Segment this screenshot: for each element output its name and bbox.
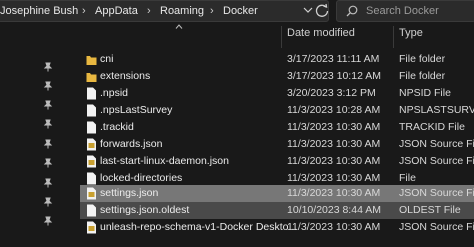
sort-ascending-icon: [175, 24, 183, 29]
file-date-modified: 11/3/2023 10:30 AM: [287, 172, 381, 184]
column-header-type[interactable]: Type: [399, 27, 423, 45]
file-name: .trackid: [100, 121, 134, 133]
file-date-modified: 11/3/2023 10:30 AM: [287, 221, 381, 233]
file-type: File folder: [399, 53, 446, 65]
folder-icon: [86, 73, 97, 82]
file-row-selected[interactable]: settings.json.oldest 10/10/2023 8:44 AM …: [80, 202, 474, 219]
file-type: TRACKID File: [399, 121, 465, 133]
file-name: forwards.json: [100, 138, 163, 150]
file-name: locked-directories: [100, 172, 183, 184]
breadcrumb-roaming[interactable]: Roaming: [160, 5, 204, 17]
file-row[interactable]: extensions 3/17/2023 10:12 AM File folde…: [80, 68, 474, 85]
breadcrumb-separator-icon[interactable]: ›: [82, 5, 86, 17]
file-type: File: [399, 172, 416, 184]
file-icon: [87, 204, 96, 217]
breadcrumb-separator-icon[interactable]: ›: [147, 5, 151, 17]
search-input[interactable]: Search Docker: [366, 5, 439, 17]
file-icon: [87, 104, 96, 117]
file-icon: [87, 172, 96, 185]
file-name: settings.json: [100, 187, 159, 199]
file-name: last-start-linux-daemon.json: [100, 155, 229, 167]
file-name: cni: [100, 53, 114, 65]
file-row[interactable]: cni 3/17/2023 11:11 AM File folder: [80, 51, 474, 68]
file-type: JSON Source File: [399, 187, 474, 199]
breadcrumb-appdata[interactable]: AppData: [95, 5, 138, 17]
pin-icon[interactable]: [43, 197, 53, 207]
pin-icon[interactable]: [43, 100, 53, 110]
breadcrumb-separator-icon[interactable]: ›: [210, 5, 214, 17]
file-type: JSON Source File: [399, 138, 474, 150]
breadcrumb-docker[interactable]: Docker: [223, 5, 258, 17]
json-file-icon: [87, 138, 96, 151]
pin-icon[interactable]: [43, 158, 53, 168]
file-date-modified: 3/20/2023 3:12 PM: [287, 87, 376, 99]
file-date-modified: 11/3/2023 10:30 AM: [287, 138, 381, 150]
column-header-date-modified[interactable]: Date modified: [287, 27, 355, 45]
file-row[interactable]: .npsLastSurvey 11/3/2023 10:28 AM NPSLAS…: [80, 102, 474, 119]
refresh-icon[interactable]: [311, 0, 333, 22]
file-name: unleash-repo-schema-v1-Docker Deskto...: [100, 221, 298, 233]
file-date-modified: 11/3/2023 10:30 AM: [287, 187, 381, 199]
file-name: settings.json.oldest: [100, 204, 190, 216]
file-row[interactable]: .trackid 11/3/2023 10:30 AM TRACKID File: [80, 119, 474, 136]
pin-icon[interactable]: [43, 216, 53, 226]
folder-icon: [86, 56, 97, 65]
file-date-modified: 3/17/2023 11:11 AM: [287, 53, 380, 65]
file-type: OLDEST File: [399, 204, 461, 216]
file-row[interactable]: forwards.json 11/3/2023 10:30 AM JSON So…: [80, 136, 474, 153]
json-file-icon: [87, 155, 96, 168]
file-date-modified: 11/3/2023 10:28 AM: [287, 104, 381, 116]
file-row[interactable]: unleash-repo-schema-v1-Docker Deskto... …: [80, 219, 474, 236]
file-name: .npsid: [100, 87, 129, 99]
pin-icon[interactable]: [43, 62, 53, 72]
navigation-pane: [0, 22, 70, 247]
breadcrumb-user[interactable]: Josephine Bush: [0, 5, 78, 17]
pin-icon[interactable]: [43, 139, 53, 149]
file-type: File folder: [399, 70, 446, 82]
search-box[interactable]: Search Docker: [336, 0, 474, 22]
file-date-modified: 11/3/2023 10:30 AM: [287, 121, 381, 133]
file-name: .npsLastSurvey: [100, 104, 173, 116]
address-bar[interactable]: Josephine Bush › AppData › Roaming › Doc…: [0, 0, 329, 22]
file-type: JSON Source File: [399, 155, 474, 167]
file-name: extensions: [100, 70, 151, 82]
json-file-icon: [87, 221, 96, 234]
pin-icon[interactable]: [43, 119, 53, 129]
pin-icon[interactable]: [43, 178, 53, 188]
file-date-modified: 3/17/2023 10:12 AM: [287, 70, 381, 82]
file-date-modified: 10/10/2023 8:44 AM: [287, 204, 381, 216]
json-file-icon: [87, 187, 96, 200]
column-divider[interactable]: [281, 26, 282, 48]
file-row[interactable]: .npsid 3/20/2023 3:12 PM NPSID File: [80, 85, 474, 102]
column-divider[interactable]: [393, 26, 394, 48]
file-icon: [87, 87, 96, 100]
file-row-selected[interactable]: settings.json 11/3/2023 10:30 AM JSON So…: [80, 185, 474, 202]
search-icon: [346, 5, 358, 17]
file-icon: [87, 121, 96, 134]
pin-icon[interactable]: [43, 81, 53, 91]
address-bar-area: Josephine Bush › AppData › Roaming › Doc…: [0, 0, 330, 22]
file-type: NPSID File: [399, 87, 451, 99]
file-date-modified: 11/3/2023 10:30 AM: [287, 155, 381, 167]
file-type: JSON Source File: [399, 221, 474, 233]
file-type: NPSLASTSURVEY: [399, 104, 474, 116]
file-row[interactable]: last-start-linux-daemon.json 11/3/2023 1…: [80, 153, 474, 170]
